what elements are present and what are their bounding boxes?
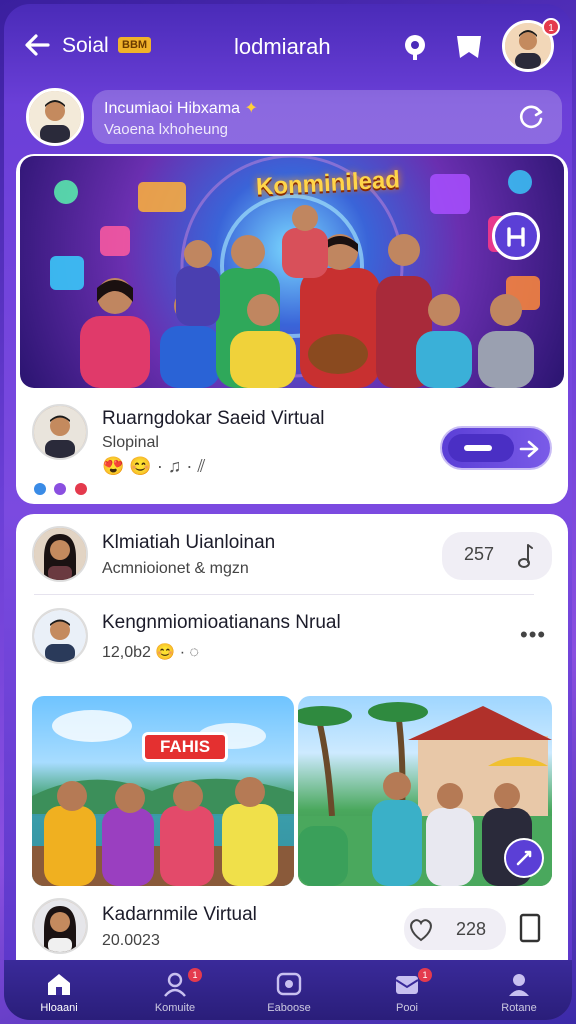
app-badge: BBM xyxy=(118,37,152,53)
photo-sticker-label: FAHIS xyxy=(142,732,228,762)
inbox-icon xyxy=(395,976,419,994)
home-icon xyxy=(48,974,70,995)
indicator-dot xyxy=(34,483,46,495)
nav-label: Komuite xyxy=(154,1002,196,1014)
bookmark-icon[interactable] xyxy=(452,30,486,64)
sparkle-icon: ✦ xyxy=(244,100,258,117)
indicator-dot xyxy=(74,483,87,495)
post-subtitle: Acmnioionet & mgzn xyxy=(102,560,249,577)
community-icon xyxy=(164,972,186,997)
nav-media[interactable]: Eaboose xyxy=(244,966,334,1018)
indicator-dot xyxy=(54,483,67,495)
my-avatar[interactable] xyxy=(26,88,84,146)
bottom-nav: Hloaani 1 Komuite Eaboose 1 Pooi Rotane xyxy=(4,960,572,1020)
status-title: Incumiaoi Hibxama ✦ xyxy=(104,100,258,117)
post-title: Kadarnmile Virtual xyxy=(102,904,257,925)
photo-action-button[interactable] xyxy=(504,838,544,878)
divider xyxy=(34,594,534,595)
featured-reactions: 😍 😊 · ♫ · ⫽ xyxy=(102,456,206,476)
refresh-icon[interactable] xyxy=(516,102,546,132)
featured-indicator-dots xyxy=(34,482,91,500)
nav-label: Eaboose xyxy=(267,1002,311,1014)
page-title: lodmiarah xyxy=(234,34,331,59)
top-bar: Soial BBM lodmiarah 1 xyxy=(4,4,572,86)
nav-community[interactable]: 1 Komuite xyxy=(130,966,220,1018)
status-subtitle: Vaoena lxhoheung xyxy=(104,121,228,138)
nav-inbox[interactable]: 1 Pooi xyxy=(362,966,452,1018)
featured-title: Ruarngdokar Saeid Virtual xyxy=(102,408,325,429)
post-title: Kengnmiomioatianans Nrual xyxy=(102,612,341,633)
media-icon xyxy=(276,972,302,996)
post-subtitle: 12,0b2 😊 · ◌ xyxy=(102,644,200,661)
like-count: 228 xyxy=(456,919,487,939)
nav-profile[interactable]: Rotane xyxy=(474,966,564,1018)
profile-icon xyxy=(509,974,529,996)
nav-home[interactable]: Hloaani xyxy=(14,966,104,1018)
like-count-pill[interactable]: 257 xyxy=(442,532,552,580)
heart-outline-icon xyxy=(410,919,432,942)
post-subtitle: 20.0023 xyxy=(102,932,160,949)
post-title: Klmiatiah Uianloinan xyxy=(102,532,276,553)
nav-label: Hloaani xyxy=(40,1002,78,1014)
post-author-avatar[interactable] xyxy=(32,608,88,664)
music-note-icon xyxy=(518,544,533,568)
app-name: Soial xyxy=(62,34,109,57)
back-arrow-icon[interactable] xyxy=(22,30,52,60)
join-toggle-button[interactable] xyxy=(440,426,552,470)
nav-badge: 1 xyxy=(418,968,432,982)
featured-subtitle: Slopinal xyxy=(102,434,159,451)
notification-badge: 1 xyxy=(542,18,560,36)
nav-badge: 1 xyxy=(188,968,202,982)
app-frame: Soial BBM lodmiarah 1 Incumiaoi Hibxama … xyxy=(4,4,572,1020)
nav-label: Pooi xyxy=(395,1002,419,1014)
nav-label: Rotane xyxy=(501,1002,537,1014)
featured-image: Konminilead xyxy=(20,156,564,388)
chat-icon[interactable] xyxy=(398,30,432,64)
post-author-avatar[interactable] xyxy=(32,526,88,582)
like-count-pill[interactable]: 228 xyxy=(404,908,506,950)
featured-host-avatar[interactable] xyxy=(32,404,88,460)
like-count: 257 xyxy=(464,544,495,564)
post-photo[interactable] xyxy=(32,696,294,886)
send-icon xyxy=(519,440,539,458)
add-to-group-button[interactable] xyxy=(492,212,540,260)
post-author-avatar[interactable] xyxy=(32,898,88,954)
more-options-icon[interactable]: ••• xyxy=(520,622,546,648)
share-icon[interactable] xyxy=(518,912,542,944)
